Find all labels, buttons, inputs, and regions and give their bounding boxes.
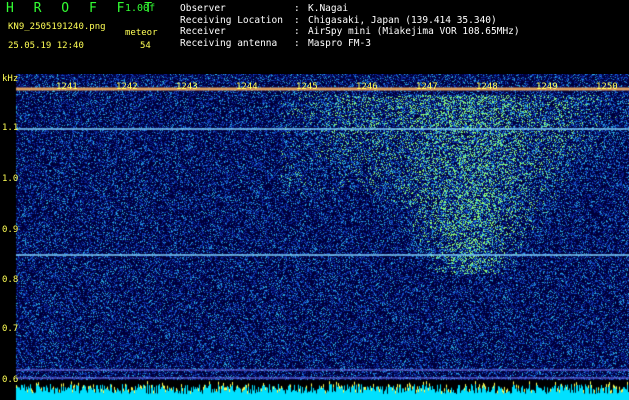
y-tick-label: 0.9 [2,225,19,235]
header-panel: H R O F F T 1.00f KN9_2505191240.png 25.… [0,0,629,74]
info-row: Receiver: AirSpy mini (Miakejima VOR 108.… [180,26,520,37]
meteor-label: meteor [125,28,158,38]
x-tick-label: 1241 [56,82,78,92]
info-row: Observer: K.Nagai [180,3,349,14]
meteor-count: 54 [140,41,151,51]
y-tick-label: 1.0 [2,174,19,184]
y-tick-label: 0.6 [2,375,19,385]
x-tick-label: 1245 [296,82,318,92]
y-tick-label: 0.8 [2,275,19,285]
file-name: KN9_2505191240.png [8,22,106,32]
info-row: Receiving Location: Chigasaki, Japan (139… [180,14,497,26]
station-info: Observer: K.Nagai Receiving Location: Chig… [180,3,520,49]
x-tick-label: 1249 [536,82,558,92]
x-tick-label: 1244 [236,82,258,92]
app-version: 1.00f [125,3,156,14]
x-tick-label: 1246 [356,82,378,92]
x-tick-label: 1248 [476,82,498,92]
info-row: Receiving antenna: Maspro FM-3 [180,37,371,49]
x-tick-label: 1242 [116,82,138,92]
y-axis-unit: kHz [2,74,19,84]
spectrogram-canvas [0,74,629,400]
y-tick-label: 1.1 [2,123,19,133]
x-tick-label: 1247 [416,82,438,92]
x-tick-label: 1243 [176,82,198,92]
y-tick-label: 0.7 [2,324,19,334]
x-tick-label: 1250 [596,82,618,92]
datetime: 25.05.19 12:40 [8,41,84,51]
